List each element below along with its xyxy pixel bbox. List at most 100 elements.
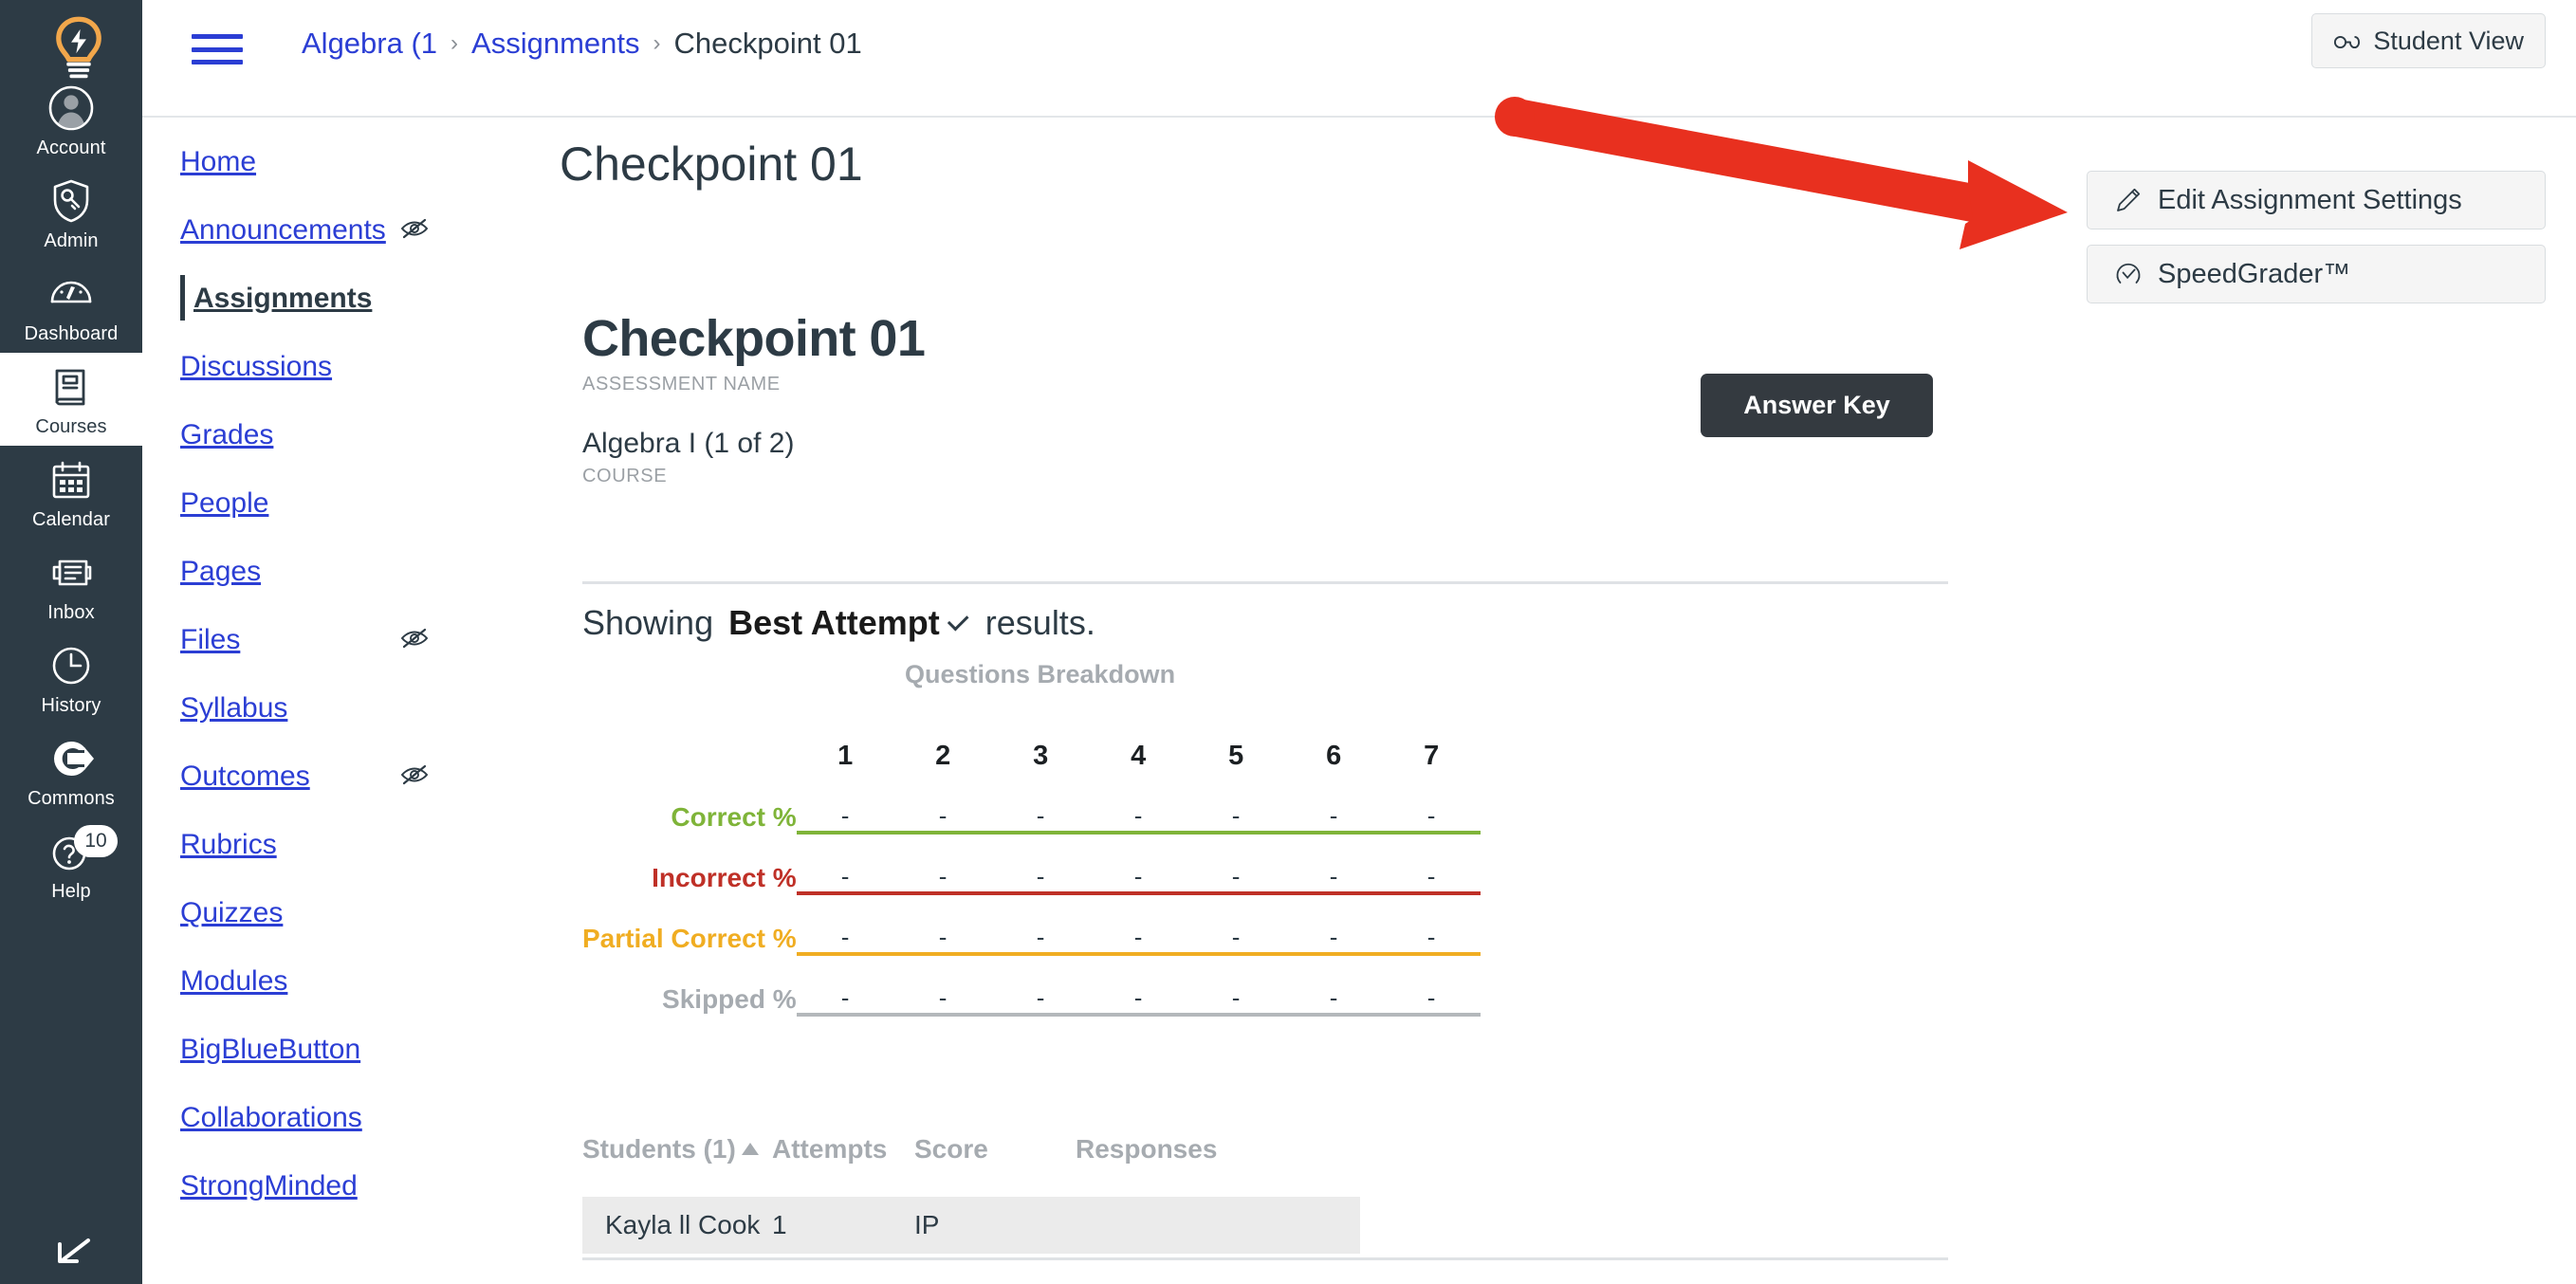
students-column-header-students[interactable]: Students (1) xyxy=(582,1134,772,1197)
breakdown-cell: - xyxy=(1187,954,1285,1017)
student-score-cell: IP xyxy=(914,1210,940,1239)
students-column-header-score[interactable]: Score xyxy=(914,1134,1076,1197)
course-nav-item-collaborations[interactable]: Collaborations xyxy=(180,1098,465,1138)
global-nav-item-help[interactable]: 10 Help xyxy=(0,817,142,910)
breakdown-col-header: 6 xyxy=(1326,741,1342,771)
breadcrumb-item-current: Checkpoint 01 xyxy=(673,27,862,60)
global-nav-label: Help xyxy=(51,881,91,902)
course-nav-item-quizzes[interactable]: Quizzes xyxy=(180,893,465,933)
course-nav-item-files[interactable]: Files xyxy=(180,620,465,660)
global-nav-label: Inbox xyxy=(47,602,95,623)
course-nav-item-bigbluebutton[interactable]: BigBlueButton xyxy=(180,1030,465,1070)
course-nav-item-syllabus[interactable]: Syllabus xyxy=(180,688,465,728)
course-nav-label: Outcomes xyxy=(180,761,310,792)
course-nav-item-grades[interactable]: Grades xyxy=(180,415,465,455)
course-nav-item-modules[interactable]: Modules xyxy=(180,962,465,1001)
table-row[interactable]: Kayla ll Cook 1 IP xyxy=(582,1197,1360,1254)
breadcrumb-separator: › xyxy=(451,30,459,56)
course-nav-item-rubrics[interactable]: Rubrics xyxy=(180,825,465,865)
breakdown-cell: - xyxy=(1089,893,1187,956)
student-view-button[interactable]: Student View xyxy=(2311,13,2546,68)
course-nav-item-strongminded[interactable]: StrongMinded xyxy=(180,1166,465,1206)
breakdown-cell: - xyxy=(796,893,894,956)
breakdown-cell: - xyxy=(1284,772,1383,835)
top-bar: Algebra (1 › Assignments › Checkpoint 01… xyxy=(142,0,2576,118)
breakdown-cell: - xyxy=(1089,833,1187,895)
hamburger-line xyxy=(192,34,243,39)
breakdown-cell: - xyxy=(1382,833,1481,895)
course-nav-label: Announcements xyxy=(180,214,386,246)
calendar-icon xyxy=(46,455,96,504)
showing-results-row: Showing Best Attempt results. xyxy=(582,603,1095,643)
breadcrumb-item-assignments[interactable]: Assignments xyxy=(471,15,639,72)
students-column-header-attempts[interactable]: Attempts xyxy=(772,1134,914,1197)
breakdown-cell: - xyxy=(893,893,992,956)
breakdown-row-label: Partial Correct % xyxy=(582,924,797,953)
course-nav-item-announcements[interactable]: Announcements xyxy=(180,211,465,250)
questions-breakdown-table: 1 2 3 4 5 6 7 Correct % - - - - - - - In… xyxy=(582,711,1481,1017)
course-nav-label: StrongMinded xyxy=(180,1170,358,1201)
canvas-lightbulb-logo[interactable] xyxy=(0,0,142,79)
global-nav-item-history[interactable]: History xyxy=(0,632,142,725)
main-content: Checkpoint 01 Checkpoint 01 ASSESSMENT N… xyxy=(550,119,1992,1284)
course-nav-label: BigBlueButton xyxy=(180,1034,361,1065)
course-navigation: Home Announcements Assignments Discussio… xyxy=(180,142,465,1235)
breakdown-row-label: Correct % xyxy=(671,802,797,832)
students-results-table: Students (1) Attempts Score Responses Ka… xyxy=(582,1134,1948,1254)
breakdown-cell: - xyxy=(893,772,992,835)
course-nav-label: Assignments xyxy=(193,283,373,314)
breakdown-cell: - xyxy=(1187,772,1285,835)
breakdown-row-correct: Correct % - - - - - - - xyxy=(582,772,1481,835)
breadcrumb-item-course[interactable]: Algebra (1 xyxy=(302,15,437,72)
collapse-arrow-glyph xyxy=(46,1231,96,1280)
global-nav-item-courses[interactable]: Courses xyxy=(0,353,142,446)
breakdown-header-row: 1 2 3 4 5 6 7 xyxy=(582,711,1481,772)
course-nav-item-pages[interactable]: Pages xyxy=(180,552,465,592)
breadcrumb-separator: › xyxy=(653,30,661,56)
global-nav-item-account[interactable]: Account xyxy=(0,74,142,167)
sort-ascending-icon[interactable] xyxy=(741,1143,759,1155)
global-nav-label: Courses xyxy=(35,416,107,437)
hamburger-line xyxy=(192,46,243,52)
global-nav-label: History xyxy=(41,695,101,716)
course-nav-item-people[interactable]: People xyxy=(180,484,465,523)
eyeglasses-icon xyxy=(2333,29,2362,52)
course-nav-item-home[interactable]: Home xyxy=(180,142,465,182)
breakdown-cell: - xyxy=(991,893,1090,956)
breakdown-col-header: 2 xyxy=(935,741,951,771)
collapse-arrow-icon[interactable] xyxy=(0,1221,142,1284)
student-name-cell: Kayla ll Cook xyxy=(605,1210,761,1239)
edit-assignment-settings-button[interactable]: Edit Assignment Settings xyxy=(2087,171,2546,229)
questions-breakdown-title: Questions Breakdown xyxy=(905,660,1176,688)
course-nav-label: Modules xyxy=(180,965,288,997)
attempt-filter-dropdown[interactable]: Best Attempt xyxy=(728,603,970,643)
global-nav-item-calendar[interactable]: Calendar xyxy=(0,446,142,539)
breakdown-col-header: 7 xyxy=(1424,741,1440,771)
hamburger-menu-icon[interactable] xyxy=(192,28,243,70)
global-nav-item-dashboard[interactable]: Dashboard xyxy=(0,260,142,353)
global-nav-item-admin[interactable]: Admin xyxy=(0,167,142,260)
commons-arrow-icon xyxy=(46,734,96,783)
divider xyxy=(582,1257,1948,1260)
course-nav-label: Quizzes xyxy=(180,897,284,928)
students-column-header-responses[interactable]: Responses xyxy=(1076,1134,1360,1197)
course-nav-item-outcomes[interactable]: Outcomes xyxy=(180,757,465,797)
course-nav-label: Grades xyxy=(180,419,274,450)
breakdown-col-header: 1 xyxy=(837,741,854,771)
answer-key-button[interactable]: Answer Key xyxy=(1701,374,1933,437)
breakdown-corner xyxy=(582,711,797,772)
lightbulb-icon xyxy=(46,15,101,79)
breakdown-row-incorrect: Incorrect % - - - - - - - xyxy=(582,833,1481,895)
course-nav-item-discussions[interactable]: Discussions xyxy=(180,347,465,387)
breakdown-cell: - xyxy=(1284,893,1383,956)
speedgrader-button[interactable]: SpeedGrader™ xyxy=(2087,245,2546,303)
student-attempts-cell: 1 xyxy=(772,1210,787,1239)
breakdown-col-header: 4 xyxy=(1131,741,1147,771)
global-nav-item-inbox[interactable]: Inbox xyxy=(0,539,142,632)
global-nav-item-commons[interactable]: Commons xyxy=(0,725,142,817)
global-nav-label: Admin xyxy=(44,230,99,251)
user-avatar-icon xyxy=(46,83,96,133)
shield-key-icon xyxy=(46,176,96,226)
clock-icon xyxy=(46,641,96,690)
course-nav-item-assignments[interactable]: Assignments xyxy=(180,275,465,321)
